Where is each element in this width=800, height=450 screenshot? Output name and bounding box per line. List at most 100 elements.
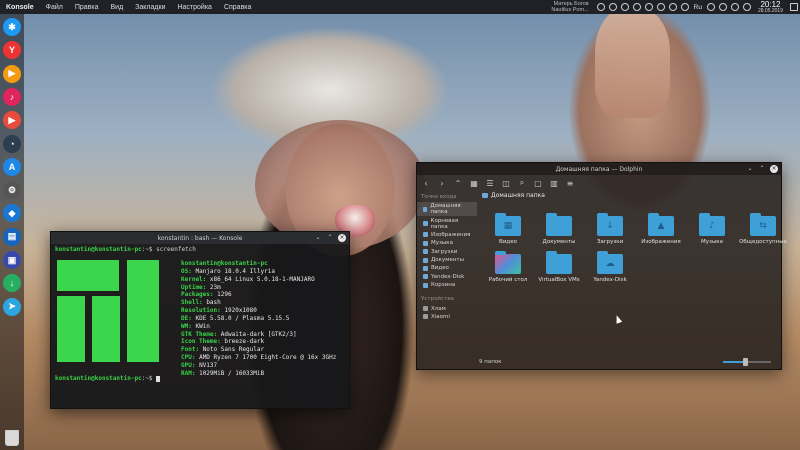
folder-label: Общедоступные	[739, 239, 787, 245]
telegram-icon[interactable]: ➤	[3, 297, 21, 316]
show-desktop-icon[interactable]	[790, 3, 798, 11]
device-item[interactable]: Xiaomi	[417, 313, 477, 321]
terminal-area[interactable]: konstantin@konstantin-pc:~$ screenfetch	[51, 244, 349, 256]
info-key: Kernel:	[181, 275, 207, 283]
video-icon[interactable]: ▶	[3, 111, 21, 130]
notifications-icon[interactable]	[718, 3, 727, 11]
folder-item[interactable]: ☁ Yandex-Disk	[585, 251, 635, 283]
minimize-button[interactable]: ⌄	[746, 165, 754, 173]
clock[interactable]: 20:12 28.05.2019	[753, 0, 788, 14]
place-item[interactable]: Документы	[417, 256, 477, 264]
device-label: Xiaomi	[431, 313, 450, 320]
folder-icon: ↓	[597, 213, 623, 236]
minimize-button[interactable]: ⌄	[314, 234, 322, 242]
place-icon	[423, 257, 428, 263]
place-label: Изображения	[431, 231, 471, 238]
menu-file[interactable]: Файл	[40, 4, 69, 11]
download-icon[interactable]: ↓	[3, 274, 21, 293]
dolphin-window: Домашняя папка — Dolphin ⌄ ⌃ × ‹ › ⌃ ▦ ☰…	[416, 162, 787, 370]
place-item[interactable]: Видео	[417, 264, 477, 272]
expand-tray-icon[interactable]	[742, 3, 751, 11]
place-item[interactable]: Yandex-Disk	[417, 273, 477, 281]
app-store-icon[interactable]: A	[3, 157, 21, 176]
place-label: Музыка	[431, 240, 453, 247]
place-item[interactable]: Изображения	[417, 231, 477, 239]
info-key: OS:	[181, 267, 192, 275]
place-item[interactable]: Загрузки	[417, 248, 477, 256]
bluetooth-icon[interactable]	[656, 3, 665, 11]
dolphin-titlebar[interactable]: Домашняя папка — Dolphin ⌄ ⌃ ×	[417, 163, 781, 175]
forward-icon[interactable]: ›	[437, 179, 447, 188]
info-line: Icon Theme: breeze-dark	[181, 338, 336, 346]
folder-item[interactable]: ▲ Изображения	[636, 213, 686, 245]
folder-label: Видео	[499, 239, 517, 245]
icons-view-icon[interactable]: ▦	[469, 179, 479, 188]
place-item[interactable]: Музыка	[417, 239, 477, 247]
split-icon[interactable]: ▥	[549, 179, 559, 188]
settings-icon[interactable]: ⚙	[3, 181, 21, 200]
zoom-slider[interactable]	[723, 358, 771, 366]
info-key: WM:	[181, 322, 192, 330]
screen-icon[interactable]: ▣	[3, 251, 21, 269]
folder-icon	[546, 251, 572, 274]
next-track-icon[interactable]	[620, 3, 629, 11]
network-icon[interactable]	[706, 3, 715, 11]
place-item[interactable]: Корневая папка	[417, 216, 477, 230]
virtualbox-icon[interactable]: ◆	[3, 204, 21, 223]
info-line: GPU: NV137	[181, 362, 336, 370]
split-view-icon[interactable]: ◫	[501, 179, 511, 188]
up-icon[interactable]: ⌃	[453, 179, 463, 188]
konsole-titlebar[interactable]: konstantin : bash — Konsole ⌄ ⌃ ×	[51, 232, 349, 244]
now-playing[interactable]: Матерь Богов Nautilus Pom...	[551, 1, 594, 13]
menu-edit[interactable]: Правка	[69, 4, 105, 11]
details-view-icon[interactable]: ☰	[485, 179, 495, 188]
search-icon[interactable]: ⌕	[517, 178, 527, 188]
kde-menu-icon[interactable]: ✱	[3, 18, 21, 36]
trash-icon[interactable]	[5, 430, 19, 446]
music-icon[interactable]: ♪	[3, 87, 21, 106]
folder-item[interactable]: Рабочий стол	[483, 251, 533, 283]
menu-bookmarks[interactable]: Закладки	[129, 4, 171, 11]
files-icon[interactable]: ▤	[3, 227, 21, 246]
yandex-disk-tray-icon[interactable]	[668, 3, 677, 11]
close-button[interactable]: ×	[338, 234, 346, 242]
info-key: CPU:	[181, 354, 196, 362]
pause-icon[interactable]	[608, 3, 617, 11]
info-line: Uptime: 23m	[181, 284, 336, 292]
menu-view[interactable]: Вид	[105, 4, 130, 11]
place-icon	[423, 282, 428, 288]
prev-track-icon[interactable]	[596, 3, 605, 11]
folder-item[interactable]: ♪ Музыка	[687, 213, 737, 245]
update-icon[interactable]	[680, 3, 689, 11]
place-item[interactable]: Домашняя папка	[417, 202, 477, 217]
yandex-browser-icon[interactable]: Y	[3, 41, 21, 60]
statusbar: 9 папок	[479, 357, 779, 367]
folder-item[interactable]: Документы	[534, 213, 584, 245]
battery-icon[interactable]	[730, 3, 739, 11]
media-player-icon[interactable]: ▶	[3, 64, 21, 83]
folder-item[interactable]: ▦ Видео	[483, 213, 533, 245]
folder-item[interactable]: ↓ Загрузки	[585, 213, 635, 245]
menu-settings[interactable]: Настройка	[171, 4, 217, 11]
system-monitor-icon[interactable]: ◔	[3, 134, 21, 153]
info-line: GTK Theme: Adwaita-dark [GTK2/3]	[181, 331, 336, 339]
preview-icon[interactable]: ▢	[533, 179, 543, 188]
maximize-button[interactable]: ⌃	[758, 165, 766, 173]
maximize-button[interactable]: ⌃	[326, 234, 334, 242]
clipboard-icon[interactable]	[644, 3, 653, 11]
breadcrumb[interactable]: Домашняя папка	[479, 191, 781, 200]
info-line: CPU: AMD Ryzen 7 1700 Eight-Core @ 16x 3…	[181, 354, 336, 362]
volume-icon[interactable]	[632, 3, 641, 11]
folder-item[interactable]: VirtualBox VMs	[534, 251, 584, 283]
menu-help[interactable]: Справка	[218, 4, 257, 11]
folder-icon: ⇆	[750, 213, 776, 236]
keyboard-layout[interactable]: Ru	[694, 4, 702, 11]
place-item[interactable]: Корзина	[417, 281, 477, 289]
device-item[interactable]: Хлам	[417, 304, 477, 312]
folder-item[interactable]: ⇆ Общедоступные	[738, 213, 788, 245]
back-icon[interactable]: ‹	[421, 179, 431, 188]
menu-icon[interactable]: ≡	[565, 179, 575, 188]
close-button[interactable]: ×	[770, 165, 778, 173]
zoom-slider-handle[interactable]	[742, 358, 748, 366]
place-label: Yandex-Disk	[431, 273, 465, 280]
